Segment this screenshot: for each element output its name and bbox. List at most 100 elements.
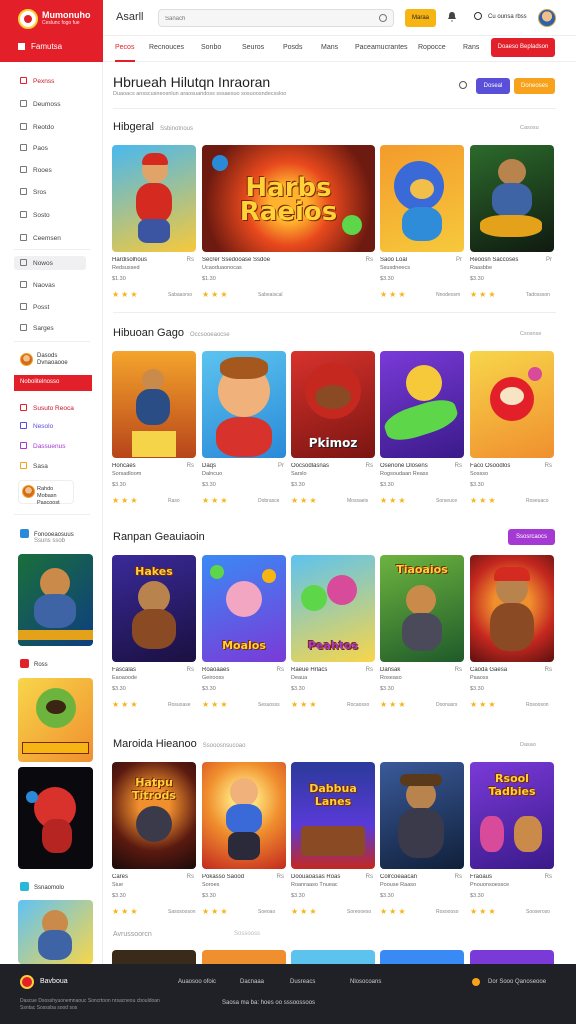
game-thumbnail[interactable]: Moalos [202, 555, 286, 662]
tab-category-2[interactable]: Recnouces [149, 44, 184, 51]
store-link[interactable]: Famutsa [18, 42, 62, 51]
sidebar-item-10[interactable]: Posst [20, 303, 49, 311]
game-card[interactable]: Saoo Loal Pr Ssusdneecs $3.30 ★★★ Nnodeosm [380, 145, 464, 299]
game-thumbnail[interactable] [380, 351, 464, 458]
secondary-button[interactable]: Doneoses [514, 78, 555, 94]
sidebar-item-2[interactable]: Deumoss [20, 100, 60, 108]
game-thumbnail-peek[interactable] [202, 950, 286, 964]
game-thumbnail[interactable] [112, 145, 196, 252]
game-thumbnail[interactable]: Peahtos [291, 555, 375, 662]
game-thumbnail[interactable] [202, 762, 286, 869]
section-action-button[interactable]: Ssosrcaocs [508, 529, 555, 545]
search-icon[interactable] [379, 14, 387, 22]
sidebar-divider [14, 249, 90, 250]
section-see-all[interactable]: Dasao [520, 742, 536, 748]
tab-category-3[interactable]: Sonbo [201, 44, 221, 51]
tab-category-6[interactable]: Mans [321, 44, 338, 51]
game-thumbnail[interactable]: Hakes [112, 555, 196, 662]
game-card[interactable]: Daqs Pr Dalncuo $3.30 ★★★ Dobrasce [202, 351, 286, 505]
top-action-button[interactable]: Maraa [405, 9, 436, 27]
game-thumbnail[interactable] [202, 351, 286, 458]
game-thumbnail[interactable] [380, 145, 464, 252]
sidebar-game-card-4[interactable] [18, 900, 93, 964]
sidebar-game-card-2[interactable] [18, 678, 93, 762]
tab-category-1[interactable]: Pecos [115, 44, 134, 51]
footer-right-link[interactable]: Dor Sooo Qanoseooe [488, 979, 546, 985]
sidebar-active-bar[interactable]: Nobolitelnosso [14, 375, 92, 391]
avatar[interactable] [538, 9, 556, 27]
cta-button[interactable]: Doaeso Bepladson [491, 38, 555, 57]
sidebar-game-card-1[interactable] [18, 554, 93, 646]
profile-avatar[interactable] [20, 353, 33, 366]
game-thumbnail-peek[interactable] [112, 950, 196, 964]
game-card[interactable]: Peahtos Raeue Hrlacs Rs Deaua $3.30 ★★★ Roca… [291, 555, 375, 709]
sidebar-item-highlight[interactable]: Nowos [14, 256, 86, 270]
game-thumbnail[interactable] [380, 762, 464, 869]
tab-category-7[interactable]: Paceamucrantes [355, 44, 408, 51]
sidebar-item-7[interactable]: Sosto [20, 211, 50, 219]
game-card[interactable]: Hakes Fascalas Rs Eaoaoode $3.30 ★★★ Rosuoas… [112, 555, 196, 709]
footer-link[interactable]: Nlosocoans [350, 979, 381, 985]
language-icon[interactable] [472, 978, 480, 986]
footer-link[interactable]: Dacnaaa [240, 979, 264, 985]
sidebar-link-3[interactable]: Dassuenus [20, 442, 66, 450]
brand-panel[interactable]: Mumonuho Ceslunc fogo fue Famutsa [0, 0, 103, 62]
game-card[interactable]: Faco Osoodlos Rs Sossso $3.30 ★★★ Roseuaco [470, 351, 554, 505]
tab-category-5[interactable]: Posds [283, 44, 302, 51]
search-icon[interactable] [459, 81, 467, 89]
game-thumbnail[interactable]: Hatpu Titrods [112, 762, 196, 869]
footer-link[interactable]: Auaosoo ofoic [178, 979, 216, 985]
sidebar-item-5[interactable]: Rooes [20, 166, 52, 174]
game-thumbnail[interactable] [112, 351, 196, 458]
game-card[interactable]: Pkimoz Oocsodlasnas Rs Sarslo $3.30 ★★★ Moss… [291, 351, 375, 505]
game-card[interactable]: Pokasso Saood Rs Soroes $3.30 ★★★ Soeoao [202, 762, 286, 916]
sidebar-item-6[interactable]: Sros [20, 188, 46, 196]
game-thumbnail[interactable]: Harbs Raeios [202, 145, 375, 252]
tab-category-4[interactable]: Seuros [242, 44, 264, 51]
game-card[interactable]: Osenone Dlosens Rs Rogsoudaan Reass $3.30 ★… [380, 351, 464, 505]
game-card[interactable]: Moalos Roaoaaes Rs Geirooss $3.30 ★★★ Sesuos… [202, 555, 286, 709]
sidebar-game-card-3[interactable] [18, 767, 93, 869]
game-thumbnail[interactable] [470, 145, 554, 252]
tab-category-9[interactable]: Rans [463, 44, 479, 51]
game-card[interactable]: Reoosn Saccoses Pr Raasbbe $3.30 ★★★ Tadosss… [470, 145, 554, 299]
game-thumbnail-peek[interactable] [291, 950, 375, 964]
game-card[interactable]: Rsool Tadbies Fraoaus Rs Pnouonsoessce $3.3… [470, 762, 554, 916]
game-thumbnail-peek[interactable] [470, 950, 554, 964]
primary-button[interactable]: Doseal [476, 78, 510, 94]
game-thumbnail[interactable] [470, 351, 554, 458]
user-icon[interactable] [474, 12, 482, 20]
game-thumbnail-peek[interactable] [380, 950, 464, 964]
promo-card[interactable]: Rahdo Mobasn Pascoost [18, 480, 74, 506]
game-thumbnail[interactable]: Pkimoz [291, 351, 375, 458]
sidebar-item-9[interactable]: Naovas [20, 281, 55, 289]
sidebar-link-2[interactable]: Nesolo [20, 422, 53, 430]
game-card[interactable]: Honcaes Rs Sorsadloom $3.30 ★★★ Raso [112, 351, 196, 505]
game-thumbnail[interactable]: Tiaoaios [380, 555, 464, 662]
sidebar-item-1[interactable]: Pexnss [20, 77, 54, 85]
search-bar[interactable] [158, 9, 394, 27]
sidebar-link-4[interactable]: Sasa [20, 462, 48, 470]
game-card[interactable]: Colrcoeaacan Rs Poouse Raaso $3.30 ★★★ Rosoo… [380, 762, 464, 916]
section-see-all[interactable]: Casosu [520, 125, 539, 131]
game-card[interactable]: Dabbua Lanes Doouaoasas Roas Rs Roanraaso … [291, 762, 375, 916]
sidebar-item-3[interactable]: Reotdo [20, 123, 54, 131]
game-thumbnail[interactable]: Dabbua Lanes [291, 762, 375, 869]
tab-category-8[interactable]: Ropocce [418, 44, 446, 51]
game-card[interactable]: Caoda Gaesa Rs Paaoss $3.30 ★★★ Rosooson [470, 555, 554, 709]
section-see-all[interactable]: Csosnse [520, 331, 541, 337]
game-card-featured[interactable]: Harbs Raeios Secrer Ssedooase Ssdoe Rs Uca… [202, 145, 375, 299]
footer-link[interactable]: Dusreacs [290, 979, 315, 985]
sidebar-link-1[interactable]: Susuto Reoca [20, 404, 74, 412]
sidebar-item-11[interactable]: Sarges [20, 324, 54, 332]
game-thumbnail[interactable]: Rsool Tadbies [470, 762, 554, 869]
game-card[interactable]: Hardisolhous Rs Redsussed $1.30 ★★★ Sabaaors… [112, 145, 196, 299]
game-card[interactable]: Hatpu Titrods Cares Rs Siue $3.30 ★★★ Sasoso… [112, 762, 196, 916]
sidebar-item-8[interactable]: Ceemsen [20, 234, 61, 242]
search-input[interactable] [165, 13, 365, 24]
sidebar-item-4[interactable]: Paos [20, 144, 48, 152]
game-card[interactable]: Tiaoaios Dansak Rs Roseaso $3.30 ★★★ Doonasr… [380, 555, 464, 709]
user-label[interactable]: Cu ounsa rbss [488, 14, 527, 20]
game-thumbnail[interactable] [470, 555, 554, 662]
notification-icon[interactable] [447, 11, 457, 23]
